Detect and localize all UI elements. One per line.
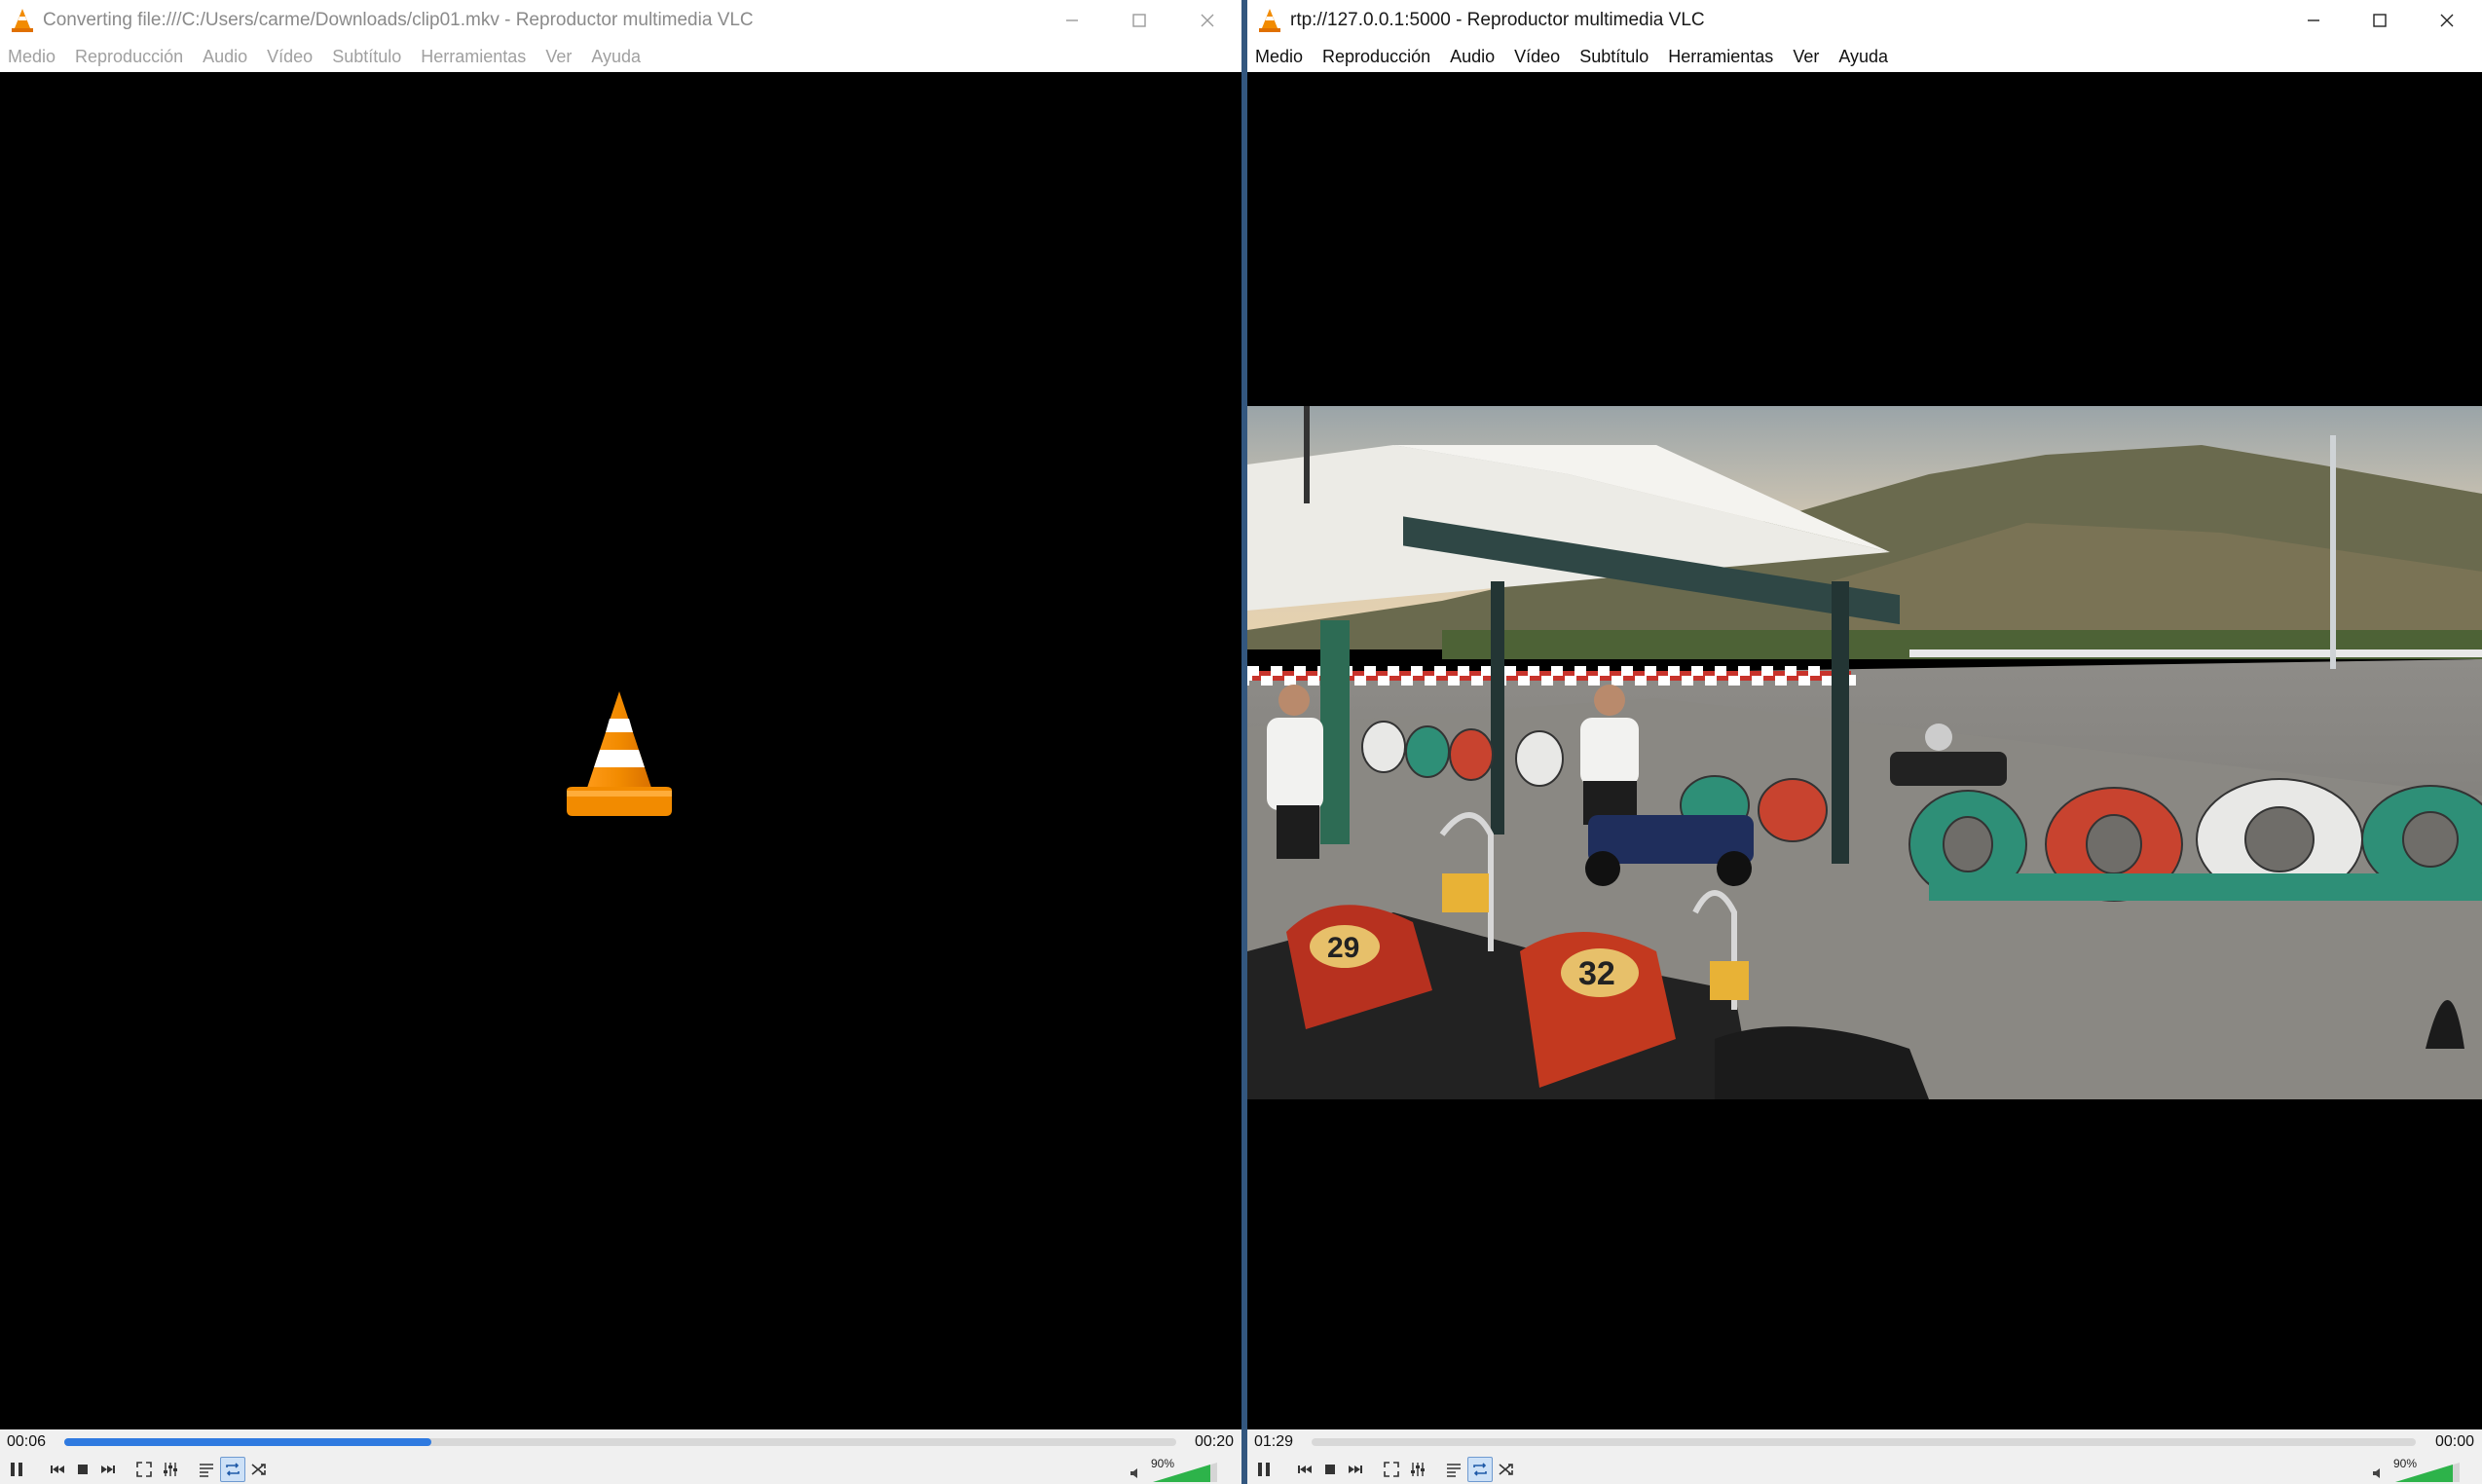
- vlc-window-right: rtp://127.0.0.1:5000 - Reproductor multi…: [1247, 0, 2482, 1484]
- volume-level-bar: [2395, 1463, 2460, 1482]
- shuffle-button[interactable]: [246, 1457, 272, 1482]
- close-icon: [1201, 14, 1214, 27]
- stop-button[interactable]: [70, 1457, 95, 1482]
- minimize-button[interactable]: [1037, 0, 1107, 41]
- minimize-icon: [1066, 19, 1078, 21]
- playlist-button[interactable]: [194, 1457, 219, 1482]
- title-bar[interactable]: rtp://127.0.0.1:5000 - Reproductor multi…: [1247, 0, 2482, 41]
- menu-bar: Medio Reproducción Audio Vídeo Subtítulo…: [1247, 41, 2482, 72]
- svg-text:32: 32: [1578, 955, 1615, 992]
- previous-icon: [51, 1465, 64, 1473]
- window-title: Converting file:///C:/Users/carme/Downlo…: [43, 10, 754, 30]
- stop-icon: [1325, 1465, 1335, 1474]
- menu-ayuda[interactable]: Ayuda: [591, 47, 641, 67]
- speaker-icon: [1130, 1468, 1137, 1478]
- next-icon: [1349, 1465, 1362, 1473]
- time-elapsed: 00:06: [7, 1433, 47, 1450]
- seek-row: 00:06 00:20: [0, 1429, 1241, 1455]
- shuffle-icon: [251, 1464, 266, 1475]
- menu-ver[interactable]: Ver: [1793, 47, 1819, 67]
- video-area[interactable]: 29 32: [1247, 72, 2482, 1429]
- loop-icon: [226, 1463, 240, 1476]
- control-bar: 90%: [0, 1455, 1241, 1484]
- time-elapsed: 01:29: [1254, 1433, 1294, 1450]
- menu-ver[interactable]: Ver: [545, 47, 572, 67]
- stop-button[interactable]: [1317, 1457, 1343, 1482]
- close-button[interactable]: [1172, 0, 1241, 41]
- next-button[interactable]: [95, 1457, 121, 1482]
- menu-video[interactable]: Vídeo: [267, 47, 313, 67]
- close-button[interactable]: [2412, 0, 2482, 41]
- title-bar[interactable]: Converting file:///C:/Users/carme/Downlo…: [0, 0, 1241, 41]
- playlist-icon: [200, 1464, 213, 1477]
- previous-button[interactable]: [1292, 1457, 1317, 1482]
- time-total: 00:20: [1194, 1433, 1234, 1450]
- menu-subtitulo[interactable]: Subtítulo: [1579, 47, 1648, 67]
- shuffle-button[interactable]: [1494, 1457, 1519, 1482]
- menu-reproduccion[interactable]: Reproducción: [75, 47, 183, 67]
- menu-herramientas[interactable]: Herramientas: [421, 47, 526, 67]
- pause-button[interactable]: [4, 1457, 29, 1482]
- fullscreen-button[interactable]: [1379, 1457, 1404, 1482]
- vlc-cone-icon: [1259, 9, 1280, 32]
- seek-slider[interactable]: [1312, 1438, 2416, 1446]
- pause-icon: [1258, 1463, 1270, 1476]
- playlist-button[interactable]: [1441, 1457, 1466, 1482]
- video-area[interactable]: [0, 72, 1241, 1429]
- minimize-icon: [2308, 19, 2319, 21]
- fullscreen-icon: [1384, 1462, 1399, 1477]
- next-button[interactable]: [1343, 1457, 1368, 1482]
- loop-button[interactable]: [220, 1457, 245, 1482]
- menu-reproduccion[interactable]: Reproducción: [1322, 47, 1430, 67]
- close-icon: [2440, 14, 2454, 27]
- menu-subtitulo[interactable]: Subtítulo: [332, 47, 401, 67]
- shuffle-icon: [1499, 1464, 1513, 1475]
- menu-herramientas[interactable]: Herramientas: [1668, 47, 1773, 67]
- volume-slider[interactable]: 90%: [2372, 1457, 2469, 1482]
- maximize-button[interactable]: [1104, 0, 1174, 41]
- pause-button[interactable]: [1251, 1457, 1277, 1482]
- fullscreen-button[interactable]: [131, 1457, 157, 1482]
- menu-medio[interactable]: Medio: [8, 47, 56, 67]
- menu-medio[interactable]: Medio: [1255, 47, 1303, 67]
- svg-text:29: 29: [1327, 932, 1359, 964]
- loop-icon: [1473, 1463, 1487, 1476]
- control-bar: 90%: [1247, 1455, 2482, 1484]
- menu-audio[interactable]: Audio: [203, 47, 247, 67]
- speaker-icon: [2373, 1468, 2380, 1478]
- maximize-icon: [2373, 14, 2387, 27]
- minimize-button[interactable]: [2278, 0, 2349, 41]
- previous-button[interactable]: [45, 1457, 70, 1482]
- window-title: rtp://127.0.0.1:5000 - Reproductor multi…: [1290, 10, 1705, 30]
- loop-button[interactable]: [1467, 1457, 1493, 1482]
- previous-icon: [1298, 1465, 1312, 1473]
- maximize-icon: [1132, 14, 1146, 27]
- extended-settings-icon: [1411, 1463, 1425, 1476]
- time-total: 00:00: [2434, 1433, 2474, 1450]
- menu-bar: Medio Reproducción Audio Vídeo Subtítulo…: [0, 41, 1241, 72]
- fullscreen-icon: [136, 1462, 152, 1477]
- maximize-button[interactable]: [2345, 0, 2415, 41]
- next-icon: [101, 1465, 115, 1473]
- seek-row: 01:29 00:00: [1247, 1429, 2482, 1455]
- extended-settings-button[interactable]: [158, 1457, 183, 1482]
- volume-slider[interactable]: 90%: [1130, 1457, 1227, 1482]
- vlc-window-left: Converting file:///C:/Users/carme/Downlo…: [0, 0, 1241, 1484]
- volume-level-bar: [1153, 1463, 1217, 1482]
- seek-slider[interactable]: [64, 1438, 1176, 1446]
- menu-video[interactable]: Vídeo: [1514, 47, 1560, 67]
- stop-icon: [78, 1465, 88, 1474]
- menu-audio[interactable]: Audio: [1450, 47, 1495, 67]
- extended-settings-button[interactable]: [1405, 1457, 1430, 1482]
- extended-settings-icon: [164, 1463, 177, 1476]
- menu-ayuda[interactable]: Ayuda: [1838, 47, 1888, 67]
- playlist-icon: [1447, 1464, 1461, 1477]
- vlc-cone-icon: [567, 691, 672, 816]
- video-frame: 29 32: [1247, 406, 2482, 1099]
- seek-progress: [64, 1438, 431, 1446]
- pause-icon: [11, 1463, 22, 1476]
- vlc-cone-icon: [12, 9, 33, 32]
